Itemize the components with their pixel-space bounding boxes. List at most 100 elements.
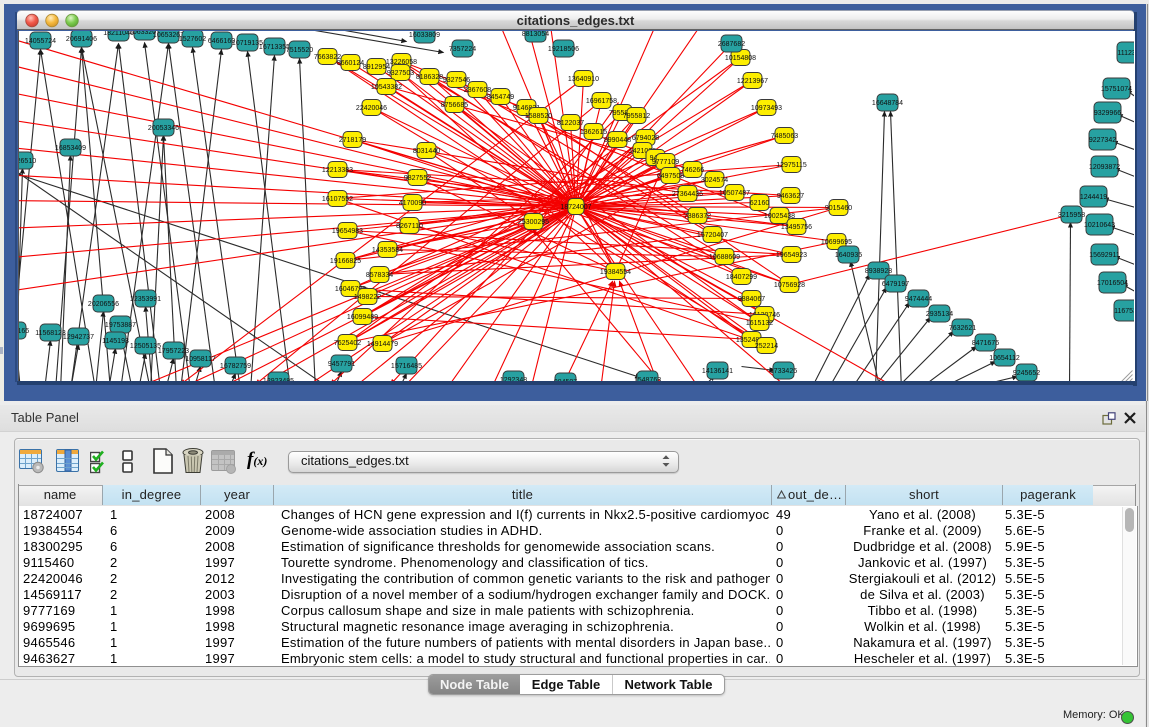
svg-text:3024574: 3024574 bbox=[700, 176, 727, 183]
svg-text:8813054: 8813054 bbox=[521, 31, 548, 38]
svg-text:27364436: 27364436 bbox=[671, 190, 702, 197]
svg-text:1527602: 1527602 bbox=[178, 35, 205, 42]
svg-text:10210643: 10210643 bbox=[1083, 221, 1114, 228]
svg-text:12213383: 12213383 bbox=[321, 166, 352, 173]
svg-text:8756685: 8756685 bbox=[440, 101, 467, 108]
svg-text:16648784: 16648784 bbox=[871, 99, 902, 106]
svg-text:15716485: 15716485 bbox=[390, 362, 421, 369]
svg-text:9245652: 9245652 bbox=[1012, 369, 1039, 376]
svg-text:19654923: 19654923 bbox=[775, 251, 806, 258]
svg-text:12505135: 12505135 bbox=[129, 342, 160, 349]
svg-text:2935134: 2935134 bbox=[925, 310, 952, 317]
svg-text:17957223: 17957223 bbox=[157, 347, 188, 354]
svg-text:16033809: 16033809 bbox=[408, 31, 439, 38]
svg-text:20053346: 20053346 bbox=[147, 124, 178, 131]
svg-text:8938928: 8938928 bbox=[864, 267, 891, 274]
svg-text:7357224: 7357224 bbox=[448, 45, 475, 52]
svg-text:8454749: 8454749 bbox=[486, 93, 513, 100]
svg-text:9327503: 9327503 bbox=[386, 69, 413, 76]
svg-text:10958117: 10958117 bbox=[185, 355, 216, 362]
svg-text:2687682: 2687682 bbox=[717, 40, 744, 47]
svg-text:7955812: 7955812 bbox=[622, 112, 649, 119]
svg-text:8471676: 8471676 bbox=[971, 339, 998, 346]
svg-text:14353584: 14353584 bbox=[371, 246, 402, 253]
svg-text:12213967: 12213967 bbox=[736, 77, 767, 84]
svg-text:7632621: 7632621 bbox=[948, 324, 975, 331]
svg-text:14055724: 14055724 bbox=[24, 37, 55, 44]
svg-text:20206556: 20206556 bbox=[87, 300, 118, 307]
svg-text:252214: 252214 bbox=[754, 342, 777, 349]
svg-text:2626510: 2626510 bbox=[19, 157, 36, 164]
svg-text:9329966: 9329966 bbox=[1093, 109, 1120, 116]
svg-text:1292348: 1292348 bbox=[499, 376, 526, 381]
svg-text:8578334: 8578334 bbox=[365, 271, 392, 278]
svg-text:16853409: 16853409 bbox=[54, 144, 85, 151]
svg-text:8660124: 8660124 bbox=[336, 59, 363, 66]
svg-text:8990448: 8990448 bbox=[603, 136, 630, 143]
svg-text:19218506: 19218506 bbox=[547, 45, 578, 52]
svg-text:2718179: 2718179 bbox=[338, 136, 365, 143]
svg-text:1615132: 1615132 bbox=[745, 319, 772, 326]
svg-text:10507487: 10507487 bbox=[718, 189, 749, 196]
svg-text:19753887: 19753887 bbox=[104, 321, 135, 328]
svg-text:15720407: 15720407 bbox=[696, 231, 727, 238]
svg-text:10543382: 10543382 bbox=[370, 83, 401, 90]
svg-text:2367608: 2367608 bbox=[463, 86, 490, 93]
svg-text:1362615: 1362615 bbox=[579, 128, 606, 135]
svg-text:12942737: 12942737 bbox=[62, 333, 93, 340]
svg-text:25300295: 25300295 bbox=[517, 218, 548, 225]
svg-text:10688609: 10688609 bbox=[708, 253, 739, 260]
svg-text:19166825: 19166825 bbox=[329, 257, 360, 264]
svg-text:13495756: 13495756 bbox=[780, 223, 811, 230]
svg-text:22420046: 22420046 bbox=[355, 104, 386, 111]
svg-text:10973493: 10973493 bbox=[750, 104, 781, 111]
svg-text:9327546: 9327546 bbox=[442, 76, 469, 83]
svg-text:10654112: 10654112 bbox=[989, 354, 1020, 361]
svg-text:9777109: 9777109 bbox=[651, 158, 678, 165]
svg-text:8031440: 8031440 bbox=[412, 147, 439, 154]
svg-text:7625402: 7625402 bbox=[333, 339, 360, 346]
svg-text:9457791: 9457791 bbox=[327, 360, 354, 367]
svg-text:1145193: 1145193 bbox=[102, 337, 129, 344]
svg-text:19384554: 19384554 bbox=[599, 268, 630, 275]
svg-text:6497508: 6497508 bbox=[656, 172, 683, 179]
svg-text:12093872: 12093872 bbox=[1088, 163, 1119, 170]
svg-text:1588520: 1588520 bbox=[524, 112, 551, 119]
svg-text:18724007: 18724007 bbox=[560, 203, 591, 210]
svg-text:62160: 62160 bbox=[749, 199, 769, 206]
svg-text:1112386: 1112386 bbox=[1117, 49, 1134, 56]
svg-text:6794028: 6794028 bbox=[631, 134, 658, 141]
svg-text:10756928: 10756928 bbox=[773, 281, 804, 288]
svg-text:7485063: 7485063 bbox=[770, 132, 797, 139]
svg-text:4170090: 4170090 bbox=[398, 199, 425, 206]
svg-text:13640910: 13640910 bbox=[567, 75, 598, 82]
svg-text:16099489: 16099489 bbox=[346, 313, 377, 320]
svg-text:12975115: 12975115 bbox=[776, 161, 807, 168]
svg-text:1498222: 1498222 bbox=[353, 293, 380, 300]
svg-text:11568123: 11568123 bbox=[35, 329, 66, 336]
svg-text:15751074: 15751074 bbox=[1100, 85, 1131, 92]
svg-text:9463627: 9463627 bbox=[776, 192, 803, 199]
svg-text:7515520: 7515520 bbox=[285, 46, 312, 53]
svg-text:1167534: 1167534 bbox=[1114, 307, 1134, 314]
svg-text:16107552: 16107552 bbox=[321, 195, 352, 202]
svg-text:1733426: 1733426 bbox=[769, 367, 796, 374]
svg-text:746266: 746266 bbox=[680, 166, 703, 173]
svg-text:15692911: 15692911 bbox=[1089, 251, 1120, 258]
svg-text:1244419: 1244419 bbox=[1079, 193, 1106, 200]
svg-text:12923485: 12923485 bbox=[262, 377, 293, 381]
svg-text:3215958: 3215958 bbox=[1057, 211, 1084, 218]
svg-text:10699695: 10699695 bbox=[820, 238, 851, 245]
svg-text:10154808: 10154808 bbox=[724, 54, 755, 61]
svg-text:16961758: 16961758 bbox=[585, 97, 616, 104]
svg-text:19654983: 19654983 bbox=[331, 227, 362, 234]
svg-text:984507: 984507 bbox=[553, 378, 576, 381]
svg-text:14136141: 14136141 bbox=[701, 367, 732, 374]
svg-text:18407299: 18407299 bbox=[725, 273, 756, 280]
svg-text:20691406: 20691406 bbox=[65, 35, 96, 42]
svg-text:7386372: 7386372 bbox=[683, 212, 710, 219]
svg-text:9827552: 9827552 bbox=[403, 174, 430, 181]
svg-text:17016504: 17016504 bbox=[1096, 279, 1127, 286]
svg-text:6479197: 6479197 bbox=[881, 280, 908, 287]
svg-text:16782759: 16782759 bbox=[219, 362, 250, 369]
